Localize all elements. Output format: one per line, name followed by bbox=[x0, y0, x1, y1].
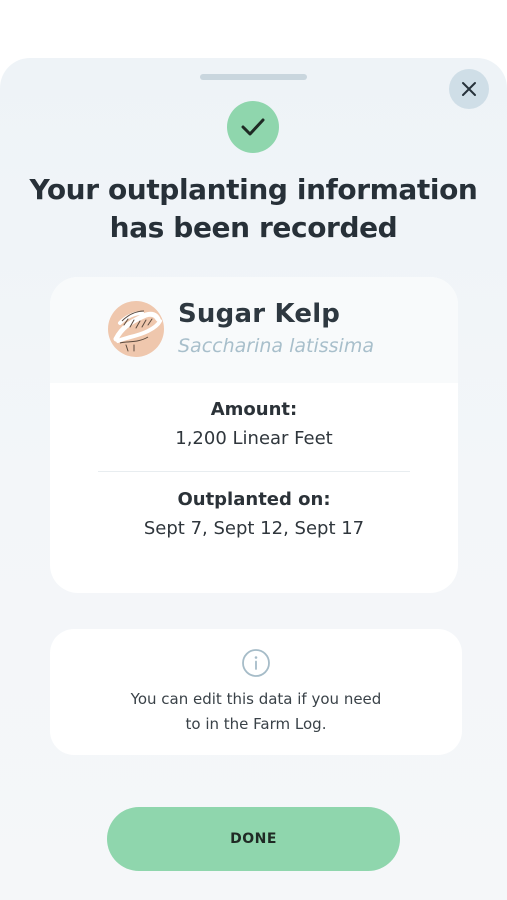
title-line-2: has been recorded bbox=[109, 211, 398, 244]
outplanted-value: Sept 7, Sept 12, Sept 17 bbox=[143, 518, 365, 539]
info-line-2: to in the Farm Log. bbox=[185, 715, 327, 733]
bottom-sheet: Your outplanting information has been re… bbox=[0, 58, 507, 900]
info-card: You can edit this data if you need to in… bbox=[50, 629, 462, 755]
drag-handle[interactable] bbox=[200, 74, 307, 80]
species-latin-name: Saccharina latissima bbox=[178, 335, 374, 357]
checkmark-icon bbox=[241, 118, 265, 136]
kelp-illustration-icon bbox=[113, 310, 162, 352]
species-header: Sugar Kelp Saccharina latissima bbox=[50, 277, 458, 383]
outplanted-label: Outplanted on: bbox=[177, 489, 331, 510]
success-badge bbox=[227, 101, 279, 153]
amount-label: Amount: bbox=[210, 399, 298, 420]
done-button[interactable]: DONE bbox=[107, 807, 400, 871]
title-line-1: Your outplanting information bbox=[29, 173, 478, 206]
summary-card: Sugar Kelp Saccharina latissima Amount: … bbox=[50, 277, 458, 593]
info-line-1: You can edit this data if you need bbox=[130, 690, 382, 708]
info-icon bbox=[242, 649, 270, 677]
amount-value: 1,200 Linear Feet bbox=[175, 428, 333, 449]
close-button[interactable] bbox=[449, 69, 489, 109]
close-icon bbox=[462, 82, 476, 96]
divider bbox=[98, 471, 410, 472]
page-title: Your outplanting information has been re… bbox=[0, 171, 507, 247]
species-common-name: Sugar Kelp bbox=[178, 299, 341, 329]
info-message: You can edit this data if you need to in… bbox=[50, 687, 462, 737]
species-avatar bbox=[108, 301, 164, 357]
